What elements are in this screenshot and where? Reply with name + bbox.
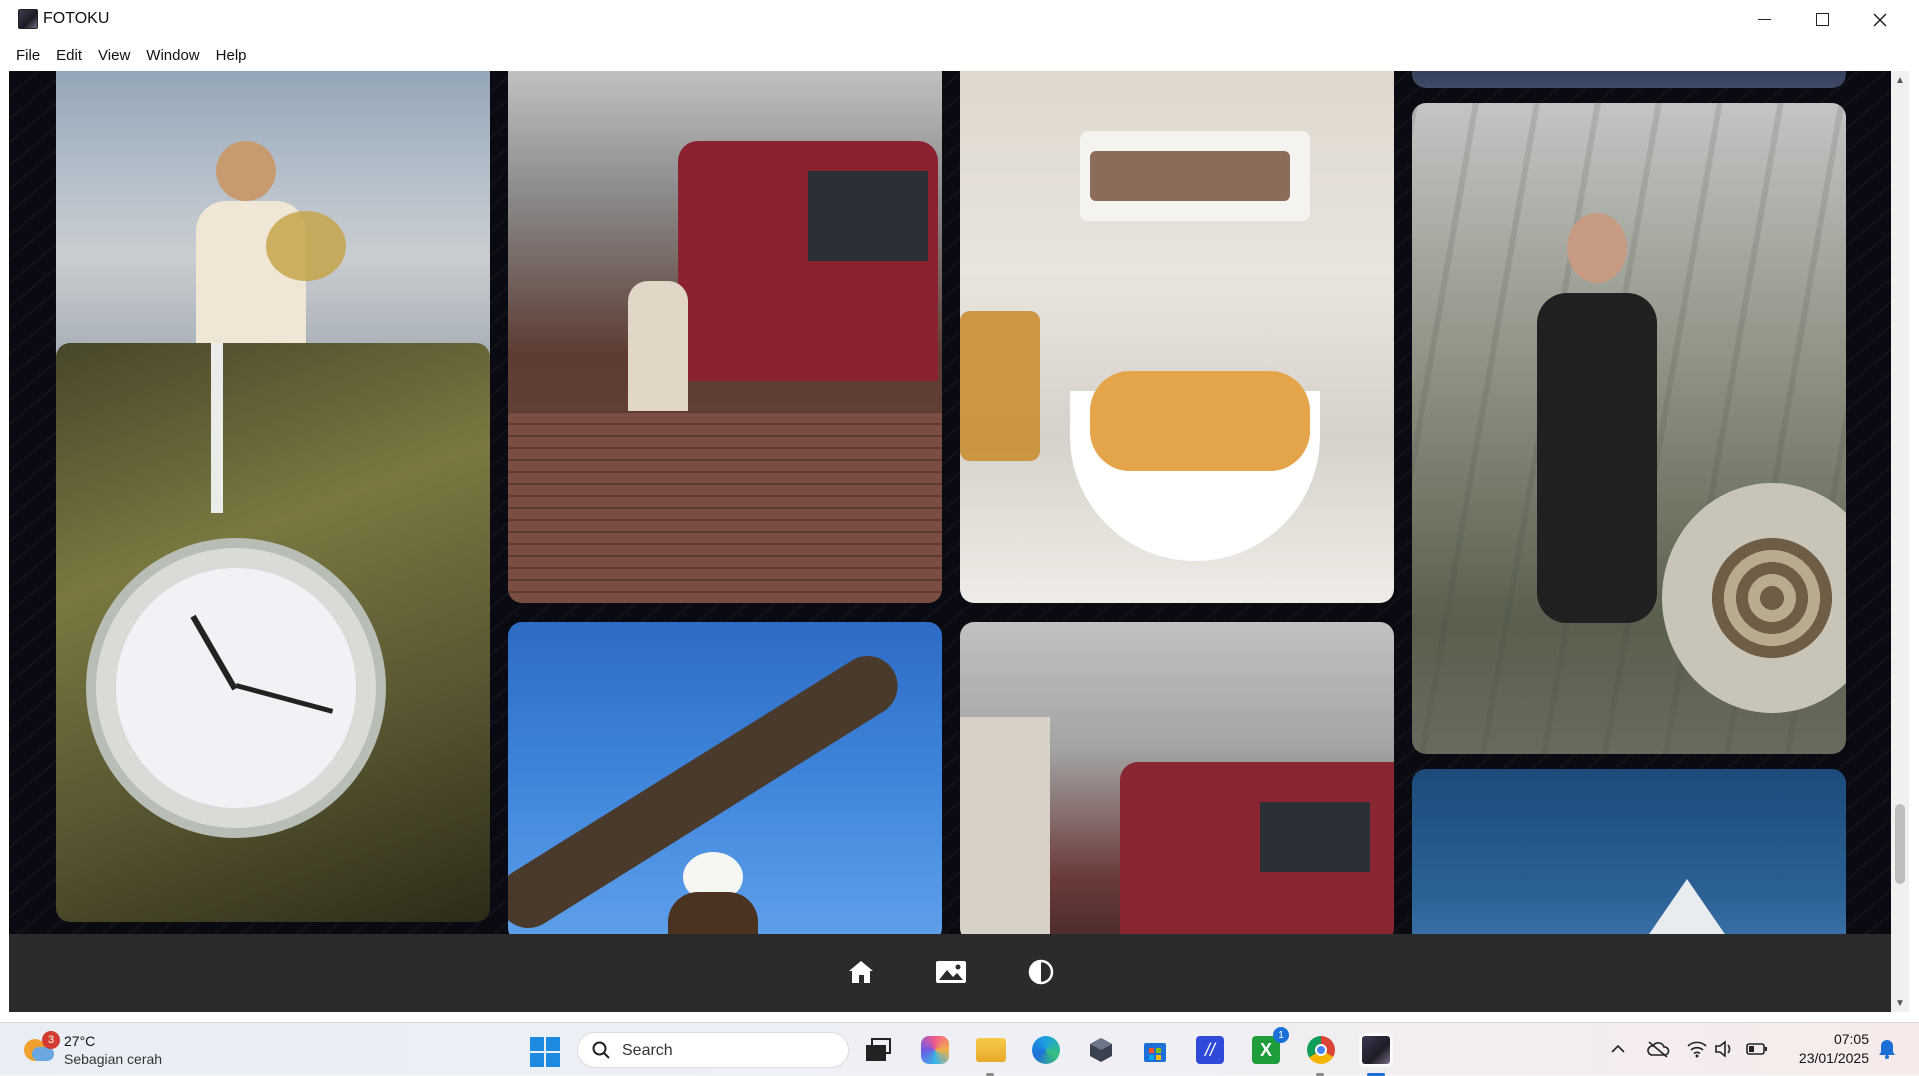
show-hidden-icons-button[interactable]	[1606, 1037, 1630, 1061]
copilot-button[interactable]	[918, 1033, 952, 1067]
wifi-icon	[1687, 1041, 1707, 1058]
photo-food-table[interactable]	[960, 71, 1394, 603]
chrome-button[interactable]	[1304, 1033, 1338, 1076]
home-icon	[849, 961, 873, 983]
bell-icon	[1879, 1040, 1895, 1059]
photo-model-sneaker[interactable]	[1412, 103, 1846, 754]
taskbar: 3 27°C Sebagian cerah Search // X 1 07:0…	[0, 1022, 1919, 1076]
photo-gallery	[9, 71, 1891, 934]
title-bar[interactable]: FOTOKU	[0, 0, 1919, 39]
train-window	[808, 171, 928, 261]
copilot-icon	[921, 1036, 949, 1064]
photo-station-clock[interactable]	[56, 343, 490, 922]
start-button[interactable]	[530, 1037, 560, 1067]
contrast-button[interactable]	[1021, 954, 1061, 990]
edge-icon	[1032, 1036, 1060, 1064]
clock-pole	[211, 343, 223, 513]
notifications-button[interactable]	[1876, 1038, 1898, 1060]
chevron-up-icon	[1611, 1044, 1625, 1053]
menu-bar: File Edit View Window Help	[0, 39, 1919, 71]
store-button[interactable]	[1138, 1033, 1172, 1067]
weather-description: Sebagian cerah	[64, 1051, 163, 1067]
clock-date: 23/01/2025	[1798, 1050, 1869, 1066]
cobblestone-ground	[508, 411, 942, 603]
contrast-icon	[1028, 959, 1054, 985]
menu-file[interactable]: File	[8, 43, 48, 68]
file-explorer-button[interactable]	[974, 1033, 1008, 1076]
pastries	[1090, 371, 1310, 471]
task-view-icon	[866, 1038, 891, 1061]
model-head	[1567, 213, 1627, 283]
minimize-icon	[1757, 18, 1771, 21]
app-cube-button[interactable]	[1084, 1033, 1118, 1067]
weather-widget[interactable]: 3 27°C Sebagian cerah	[20, 1031, 180, 1069]
bottom-toolbar	[9, 934, 1891, 1012]
window-title: FOTOKU	[43, 10, 110, 27]
gallery-icon	[936, 961, 966, 983]
onedrive-status[interactable]	[1644, 1037, 1672, 1061]
menu-view[interactable]: View	[90, 43, 138, 68]
xbox-button[interactable]: X 1	[1249, 1027, 1289, 1067]
cloud-offline-icon	[1647, 1041, 1670, 1058]
menu-edit[interactable]: Edit	[48, 43, 90, 68]
maximize-icon	[1815, 13, 1829, 26]
app-logo-icon	[18, 9, 38, 29]
weather-badge: 3	[42, 1031, 60, 1049]
battery-status[interactable]	[1745, 1037, 1769, 1061]
eagle-body	[668, 892, 758, 934]
photo-mountain-top[interactable]	[1412, 71, 1846, 88]
weather-icon: 3	[24, 1031, 60, 1063]
scroll-thumb[interactable]	[1895, 804, 1905, 884]
fotoku-icon	[1362, 1036, 1390, 1064]
person-head	[216, 141, 276, 201]
store-icon	[1144, 1043, 1166, 1062]
photo-train-station-walk[interactable]	[508, 71, 942, 603]
close-icon	[1873, 12, 1887, 27]
close-button[interactable]	[1851, 0, 1909, 39]
mountain-snow	[1632, 879, 1742, 934]
clock-time: 07:05	[1833, 1031, 1869, 1047]
scroll-down-icon[interactable]: ▼	[1891, 994, 1909, 1012]
app-cube-icon	[1090, 1038, 1112, 1062]
chrome-icon	[1307, 1036, 1335, 1064]
gallery-button[interactable]	[931, 954, 971, 990]
maximize-button[interactable]	[1793, 0, 1851, 39]
minimize-button[interactable]	[1735, 0, 1793, 39]
volume-icon	[1715, 1040, 1731, 1058]
menu-help[interactable]: Help	[208, 43, 255, 68]
photo-train-station-2[interactable]	[960, 622, 1394, 934]
scroll-up-icon[interactable]: ▲	[1891, 71, 1909, 89]
search-placeholder: Search	[622, 1042, 673, 1059]
wifi-status[interactable]	[1685, 1037, 1709, 1061]
photo-bald-eagle[interactable]	[508, 622, 942, 934]
editor-button[interactable]: //	[1193, 1033, 1227, 1067]
train-window	[1260, 802, 1370, 872]
station-building	[960, 717, 1050, 934]
home-button[interactable]	[841, 954, 881, 990]
volume-status[interactable]	[1713, 1037, 1737, 1061]
battery-icon	[1746, 1043, 1767, 1055]
xbox-badge: 1	[1273, 1027, 1289, 1043]
file-explorer-icon	[976, 1038, 1006, 1062]
vertical-scrollbar[interactable]: ▲ ▼	[1891, 71, 1909, 1012]
cake-slice	[1090, 151, 1290, 201]
vscode-like-icon: //	[1196, 1036, 1224, 1064]
fotoku-taskbar-button[interactable]	[1359, 1033, 1393, 1076]
taskbar-clock[interactable]: 07:05 23/01/2025	[1779, 1030, 1869, 1068]
search-icon	[592, 1041, 610, 1059]
model-outfit	[1537, 293, 1657, 623]
honey-jar	[960, 311, 1040, 461]
edge-button[interactable]	[1029, 1033, 1063, 1067]
task-view-button[interactable]	[861, 1033, 895, 1067]
taskbar-search[interactable]: Search	[577, 1032, 849, 1068]
photo-mountain-peak[interactable]	[1412, 769, 1846, 934]
app-window: FOTOKU File Edit View Window Help ▲ ▼	[0, 0, 1919, 1022]
flower-bunch	[266, 211, 346, 281]
menu-window[interactable]: Window	[138, 43, 207, 68]
weather-temperature: 27°C	[64, 1033, 96, 1049]
